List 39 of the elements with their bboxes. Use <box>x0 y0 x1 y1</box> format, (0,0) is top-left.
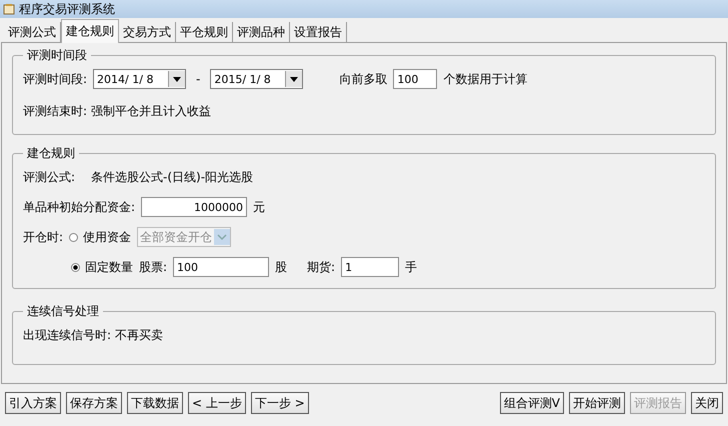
button[interactable]: 关闭 <box>691 392 723 414</box>
radio-button[interactable]: 固定数量 <box>71 258 133 276</box>
field-label: 单品种初始分配资金: <box>23 198 136 216</box>
dropdown-icon[interactable] <box>285 71 302 87</box>
unit-text: 元 <box>253 198 266 216</box>
note-text: 出现连续信号时: 不再买卖 <box>23 326 163 344</box>
button[interactable]: 组合评测V <box>500 392 564 414</box>
note-text: 评测结束时: 强制平仓并且计入收益 <box>23 102 211 120</box>
field-label: 股票: <box>139 258 168 276</box>
field-label: 期货: <box>307 258 336 276</box>
group-title: 评测时间段 <box>26 47 88 64</box>
field-label: 评测时间段: <box>23 70 88 88</box>
date-picker[interactable]: 2015/ 1/ 8 <box>210 69 304 89</box>
button[interactable]: 开始评测 <box>569 392 625 414</box>
group-title: 连续信号处理 <box>26 303 100 320</box>
field-label: 开仓时: <box>23 228 64 246</box>
input-field[interactable]: 100 <box>173 257 270 277</box>
group-title: 建仓规则 <box>26 145 76 162</box>
radio-button[interactable]: 使用资金 <box>69 228 132 246</box>
unit-text: 股 <box>275 258 288 276</box>
field-label: 评测公式: <box>23 168 76 186</box>
formula-text: 条件选股公式-(日线)-阳光选股 <box>91 168 254 186</box>
button[interactable]: < 上一步 <box>188 392 246 414</box>
window-title: 程序交易评测系统 <box>19 0 115 18</box>
tab[interactable]: 建仓规则 <box>61 19 119 43</box>
input-field[interactable]: 1000000 <box>141 197 248 217</box>
field-label: 个数据用于计算 <box>443 70 528 88</box>
separator-text: - <box>196 72 200 86</box>
input-field[interactable]: 100 <box>393 69 438 89</box>
button[interactable]: 保存方案 <box>66 392 122 414</box>
button[interactable]: 下一步 > <box>250 392 309 414</box>
input-field[interactable]: 1 <box>341 257 400 277</box>
window-icon <box>3 3 15 15</box>
button[interactable]: 下载数据 <box>127 392 183 414</box>
field-label: 向前多取 <box>339 70 388 88</box>
unit-text: 手 <box>405 258 418 276</box>
button[interactable]: 引入方案 <box>5 392 61 414</box>
date-picker[interactable]: 2014/ 1/ 8 <box>93 69 186 89</box>
dropdown-icon[interactable] <box>168 71 186 87</box>
